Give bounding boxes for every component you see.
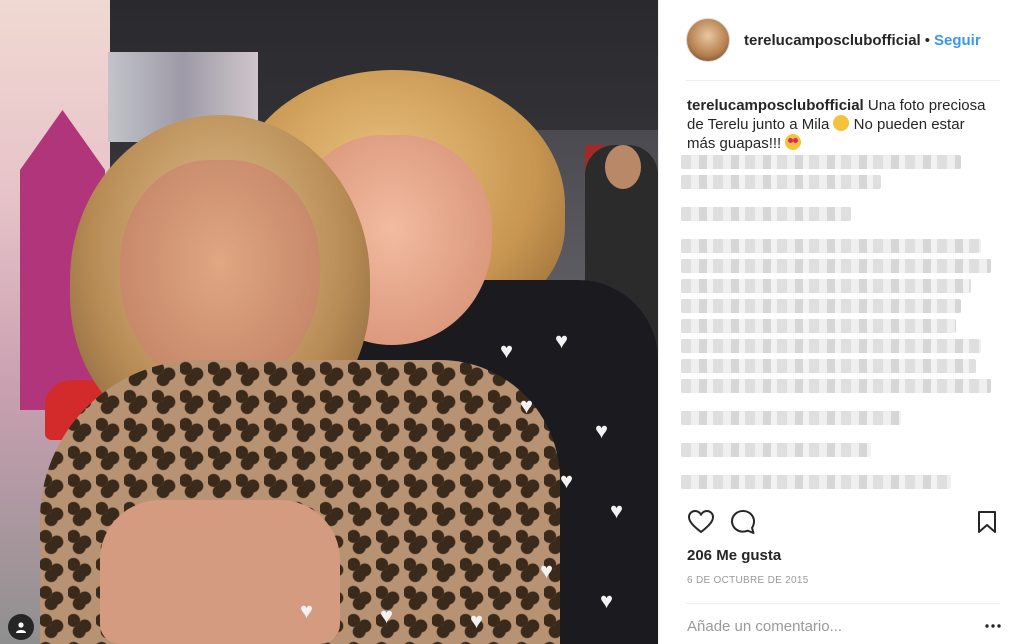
comment-input[interactable] (687, 612, 957, 640)
blouse-heart-pattern: ♥ (600, 588, 614, 613)
post-header: terelucamposclubofficial • Seguir (659, 0, 1010, 80)
blurred-comment-line (681, 299, 961, 313)
photo-woman-left-face (120, 160, 320, 390)
blurred-comment-line (681, 319, 956, 333)
header-username[interactable]: terelucamposclubofficial (744, 32, 921, 49)
blurred-comment-line (681, 379, 991, 393)
more-dots-icon[interactable] (981, 618, 1005, 634)
blurred-comment-line (681, 175, 881, 189)
blurred-comment-line (681, 207, 851, 221)
comment-divider (686, 603, 1000, 604)
blurred-comments (681, 155, 999, 500)
bookmark-icon[interactable] (973, 508, 1001, 536)
post-date[interactable]: 6 DE OCTUBRE DE 2015 (687, 575, 809, 586)
post-caption: terelucamposclubofficial Una foto precio… (687, 96, 987, 153)
header-divider (686, 80, 1000, 81)
blouse-heart-pattern: ♥ (595, 418, 609, 443)
blouse-heart-pattern: ♥ (520, 393, 534, 418)
header-separator: • (924, 31, 930, 49)
avatar[interactable] (686, 18, 730, 62)
heart-eyes-emoji-icon (785, 134, 802, 150)
likes-count[interactable]: 206 Me gusta (687, 547, 781, 564)
caption-username[interactable]: terelucamposclubofficial (687, 97, 864, 114)
comment-bubble-icon[interactable] (729, 508, 757, 536)
blurred-comment-line (681, 239, 981, 253)
like-heart-icon[interactable] (687, 508, 715, 536)
blurred-comment-line (681, 259, 991, 273)
blurred-comment-line (681, 475, 951, 489)
blurred-comment-line (681, 279, 971, 293)
blouse-heart-pattern: ♥ (470, 608, 484, 633)
post-actions (687, 508, 997, 538)
blouse-heart-pattern: ♥ (560, 468, 574, 493)
follow-button[interactable]: Seguir (934, 32, 981, 49)
user-tag-icon[interactable] (8, 614, 34, 640)
blurred-comment-line (681, 339, 981, 353)
blurred-comment-line (681, 443, 871, 457)
blouse-heart-pattern: ♥ (500, 338, 514, 363)
blouse-heart-pattern: ♥ (540, 558, 554, 583)
blouse-heart-pattern: ♥ (555, 328, 569, 353)
blouse-heart-pattern: ♥ (380, 603, 394, 628)
blurred-comment-line (681, 411, 901, 425)
blurred-comment-line (681, 155, 961, 169)
blouse-heart-pattern: ♥ (610, 498, 624, 523)
post-sidebar: terelucamposclubofficial • Seguir terelu… (658, 0, 1010, 644)
blurred-comment-line (681, 359, 976, 373)
blouse-heart-pattern: ♥ (300, 598, 314, 623)
smiling-face-emoji-icon (833, 115, 850, 131)
photo-background-person-head (605, 145, 641, 189)
post-photo[interactable]: ♥ ♥ ♥ ♥ ♥ ♥ ♥ ♥ ♥ ♥ ♥ (0, 0, 658, 644)
